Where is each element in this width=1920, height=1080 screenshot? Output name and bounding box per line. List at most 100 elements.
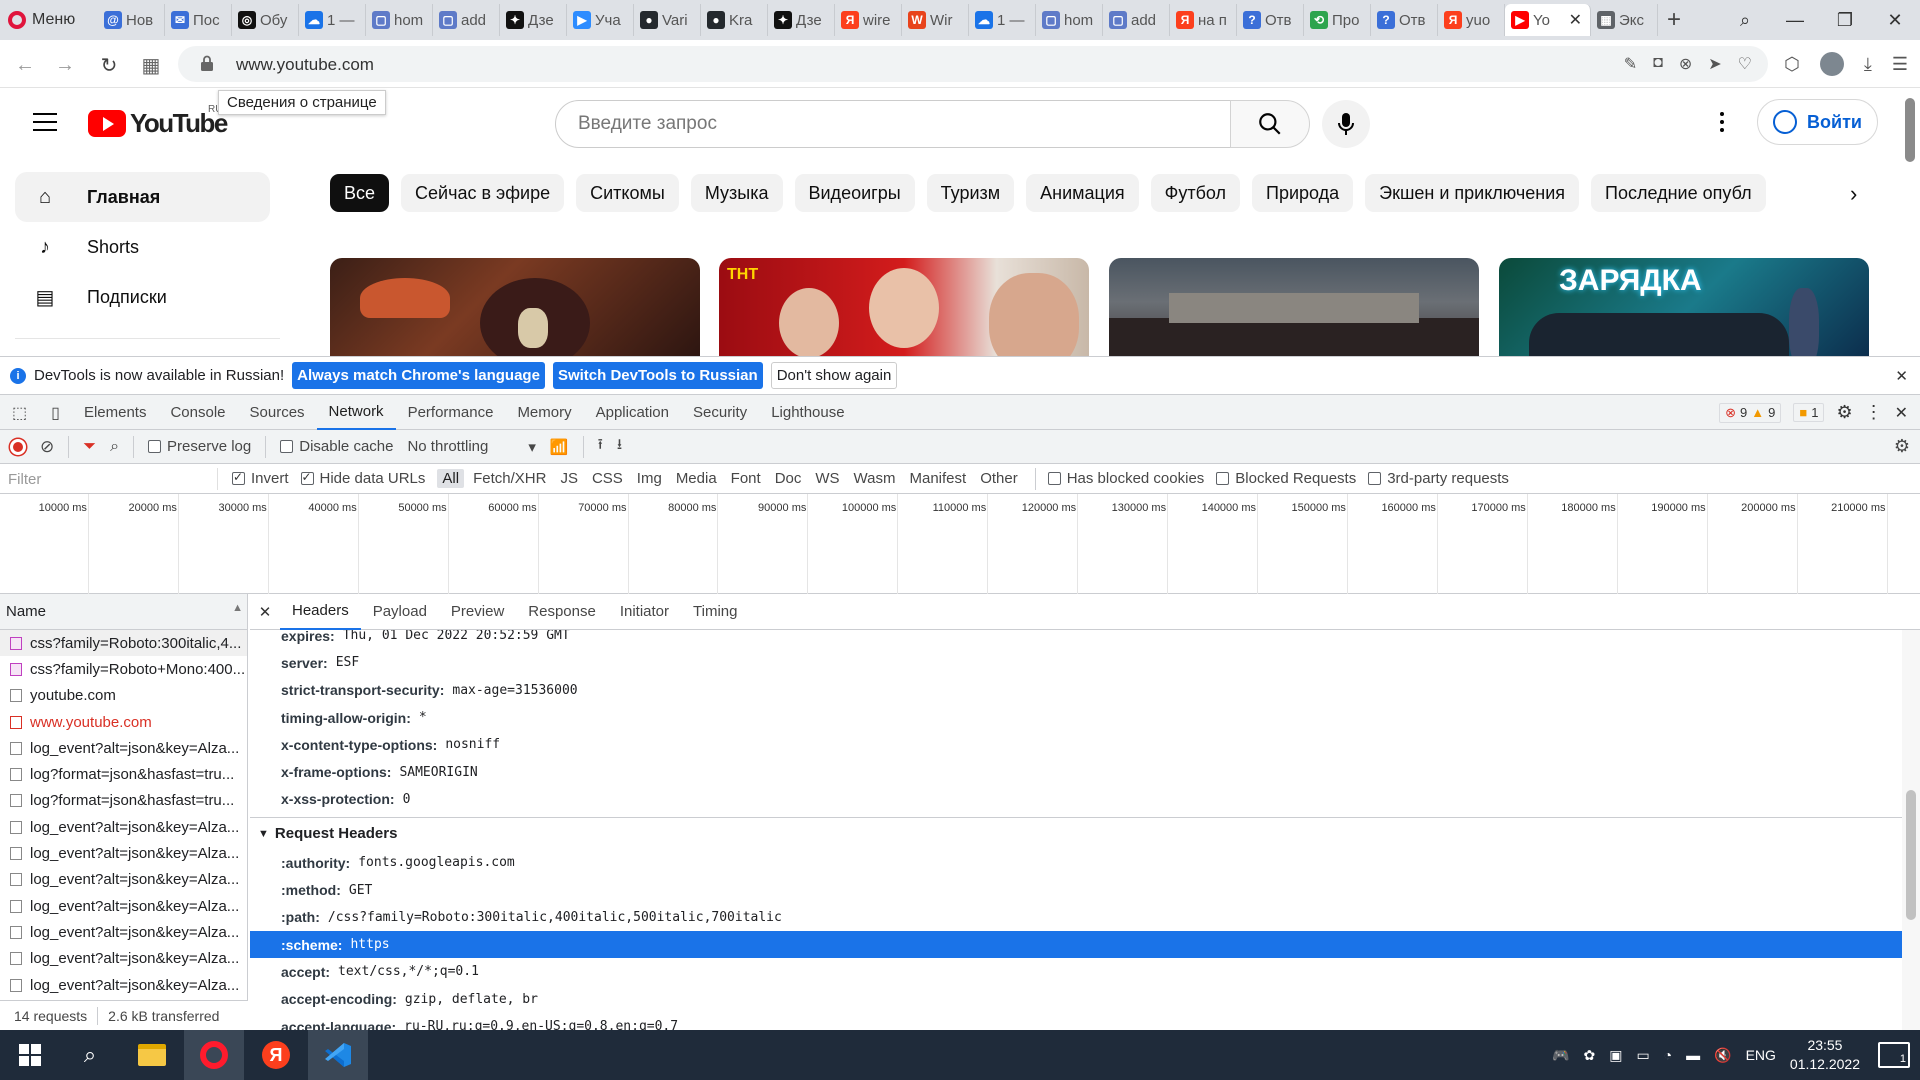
browser-tab[interactable]: ✦ Дзе	[768, 4, 835, 36]
category-chip[interactable]: Последние опубл	[1591, 174, 1766, 212]
has-blocked-cookies-checkbox[interactable]: Has blocked cookies	[1047, 470, 1204, 487]
category-chip[interactable]: Ситкомы	[576, 174, 679, 212]
blocked-requests-checkbox[interactable]: Blocked Requests	[1216, 470, 1356, 487]
easy-setup-icon[interactable]: ☰	[1892, 54, 1908, 75]
resource-type-filter[interactable]: CSS	[587, 469, 628, 488]
video-thumbnail[interactable]	[330, 258, 700, 356]
close-detail-icon[interactable]: ✕	[250, 603, 280, 621]
yandex-browser-icon[interactable]: Я	[246, 1030, 306, 1080]
app-tray-icon[interactable]: ✿	[1583, 1047, 1595, 1064]
request-row[interactable]: log_event?alt=json&key=Alza...	[0, 840, 247, 866]
browser-tab[interactable]: ▢ add	[433, 4, 500, 36]
heart-icon[interactable]: ♡	[1738, 54, 1752, 74]
request-row[interactable]: log_event?alt=json&key=Alza...	[0, 919, 247, 945]
category-chip[interactable]: Анимация	[1026, 174, 1139, 212]
request-row[interactable]: log_event?alt=json&key=Alza...	[0, 735, 247, 761]
header-row[interactable]: strict-transport-security: max-age=315360…	[250, 677, 1902, 704]
video-thumbnail[interactable]: ЗАРЯДКА	[1499, 258, 1869, 356]
category-chip[interactable]: Туризм	[926, 174, 1015, 212]
download-icon[interactable]: ⤓	[1864, 54, 1872, 75]
address-bar[interactable]: www.youtube.com	[178, 46, 1768, 82]
category-chip[interactable]: Видеоигры	[794, 174, 915, 212]
request-row[interactable]: log?format=json&hasfast=tru...	[0, 788, 247, 814]
close-window-button[interactable]: ✕	[1870, 0, 1920, 40]
category-chip[interactable]: Природа	[1252, 174, 1354, 212]
resource-type-filter[interactable]: Doc	[770, 469, 807, 488]
detail-tab[interactable]: Timing	[681, 594, 749, 630]
throttling-select[interactable]: No throttling ▾	[407, 438, 535, 456]
sidebar-item[interactable]: ♪ Shorts	[15, 222, 270, 272]
clear-icon[interactable]: ⊘	[40, 437, 54, 457]
request-row[interactable]: css?family=Roboto:300italic,4...	[0, 630, 247, 657]
browser-tab[interactable]: ● Vari	[634, 4, 701, 36]
filter-input[interactable]: Filter	[8, 467, 218, 490]
category-chip[interactable]: Футбол	[1150, 174, 1240, 212]
search-icon[interactable]: ⌕	[110, 438, 119, 456]
network-overview-timeline[interactable]: 10000 ms 20000 ms 30000 ms 40000 ms 50000 ms…	[0, 494, 1920, 594]
browser-tab[interactable]: Яwire	[835, 4, 902, 36]
request-row[interactable]: css?family=Roboto+Mono:400...	[0, 656, 247, 682]
clock[interactable]: 23:55 01.12.2022	[1790, 1036, 1860, 1074]
inspect-element-icon[interactable]: ⬚	[0, 395, 39, 430]
invert-checkbox[interactable]: Invert	[232, 470, 289, 487]
match-language-button[interactable]: Always match Chrome's language	[292, 362, 545, 389]
resource-type-filter[interactable]: All	[437, 469, 465, 488]
devtools-tab[interactable]: Elements	[72, 395, 159, 430]
video-thumbnail[interactable]	[1109, 258, 1479, 356]
keyboard-language[interactable]: ENG	[1746, 1047, 1776, 1063]
third-party-requests-checkbox[interactable]: 3rd-party requests	[1368, 470, 1509, 487]
browser-tab[interactable]: ▢ add	[1103, 4, 1170, 36]
header-row[interactable]: x-content-type-options: nosniff	[250, 731, 1902, 758]
detail-tab[interactable]: Payload	[361, 594, 439, 630]
browser-tab[interactable]: ☁ 1 —	[969, 4, 1036, 36]
send-icon[interactable]: ➤	[1708, 54, 1721, 74]
record-button[interactable]	[10, 438, 26, 455]
profile-avatar[interactable]	[1819, 52, 1844, 76]
devtools-settings-gear-icon[interactable]: ⚙	[1836, 402, 1852, 423]
speed-dial-icon[interactable]: ▦	[138, 52, 164, 78]
devtools-tab[interactable]: Application	[584, 395, 681, 430]
network-tray-icon[interactable]: ◔	[1664, 1047, 1672, 1063]
resource-type-filter[interactable]: JS	[555, 469, 583, 488]
request-headers-section[interactable]: ▼ Request Headers	[250, 817, 1902, 849]
close-infobar-icon[interactable]: ✕	[1895, 367, 1908, 385]
devtools-tab[interactable]: Performance	[396, 395, 506, 430]
chevron-right-icon[interactable]: ›	[1850, 181, 1857, 207]
hide-data-urls-checkbox[interactable]: Hide data URLs	[300, 470, 425, 487]
nvidia-tray-icon[interactable]: ▣	[1609, 1047, 1622, 1064]
category-chip[interactable]: Сейчас в эфире	[401, 174, 565, 212]
header-row[interactable]: accept-language: ru-RU,ru;q=0.9,en-US;q=0…	[250, 1013, 1902, 1031]
header-row[interactable]: accept: text/css,*/*;q=0.1	[250, 958, 1902, 985]
browser-tab[interactable]: ✦ Дзе	[500, 4, 567, 36]
browser-tab[interactable]: ▦ Экс	[1591, 4, 1658, 36]
detail-tab[interactable]: Preview	[439, 594, 516, 630]
header-row[interactable]: :path: /css?family=Roboto:300italic,400it…	[250, 904, 1902, 931]
header-row[interactable]: timing-allow-origin: *	[250, 704, 1902, 731]
adblock-icon[interactable]: ⊗	[1679, 54, 1692, 74]
vscode-icon[interactable]	[308, 1030, 368, 1080]
browser-tab[interactable]: ⟲ Про	[1304, 4, 1371, 36]
request-row[interactable]: log?format=json&hasfast=tru...	[0, 761, 247, 787]
close-tab-icon[interactable]: ✕	[1569, 10, 1582, 30]
request-row[interactable]: www.youtube.com	[0, 709, 247, 735]
browser-tab[interactable]: ▶ Уча	[567, 4, 634, 36]
header-row[interactable]: x-xss-protection: 0	[250, 786, 1902, 813]
devtools-tab[interactable]: Lighthouse	[759, 395, 856, 430]
reload-button[interactable]: ↻	[96, 52, 122, 78]
network-conditions-icon[interactable]: 📶	[550, 438, 569, 456]
forward-button[interactable]: →	[52, 52, 78, 78]
browser-tab[interactable]: ◎ Обу	[232, 4, 299, 36]
browser-tab[interactable]: @ Нов	[98, 4, 165, 36]
request-row[interactable]: log_event?alt=json&key=Alza...	[0, 893, 247, 919]
resource-type-filter[interactable]: Manifest	[905, 469, 972, 488]
browser-tab[interactable]: ● Kra	[701, 4, 768, 36]
devtools-tab[interactable]: Network	[316, 395, 396, 430]
issues-counter[interactable]: ■ 1	[1793, 403, 1825, 422]
browser-tab[interactable]: ? Отв	[1371, 4, 1438, 36]
resource-type-filter[interactable]: Font	[726, 469, 766, 488]
tab-search-icon[interactable]: ⌕	[1720, 0, 1770, 40]
resource-type-filter[interactable]: Wasm	[849, 469, 901, 488]
display-tray-icon[interactable]: ▭	[1636, 1047, 1649, 1064]
request-row[interactable]: log_event?alt=json&key=Alza...	[0, 814, 247, 840]
url-text[interactable]: www.youtube.com	[236, 55, 374, 75]
